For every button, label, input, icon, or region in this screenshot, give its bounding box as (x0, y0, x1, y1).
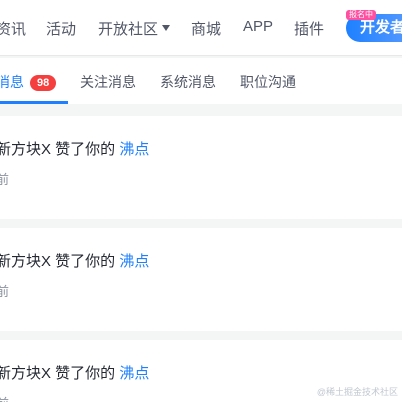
notification-item[interactable]: 新方块X 赞了你的 沸点 前 (0, 228, 402, 331)
unread-count-badge: 98 (30, 75, 57, 91)
nav-item-open-community-label: 开放社区 (98, 21, 159, 38)
top-navigation: 资讯 活动 开放社区 商城 APP 插件 报名中 开发者 (0, 0, 402, 56)
notification-item[interactable]: 新方块X 赞了你的 沸点 前 (0, 116, 402, 219)
watermark: @稀土掘金技术社区 (316, 387, 398, 397)
tab-messages-label: 消息 (0, 74, 24, 90)
tab-system-messages[interactable]: 系统消息 (160, 72, 216, 92)
nav-item-news[interactable]: 资讯 (0, 18, 26, 39)
notification-time: 前 (0, 284, 10, 299)
tab-follow-messages[interactable]: 关注消息 (80, 72, 136, 92)
tab-job-chat[interactable]: 职位沟通 (240, 72, 296, 92)
notification-text: 新方块X 赞了你的 沸点 (0, 362, 149, 383)
notification-link[interactable]: 沸点 (119, 253, 149, 270)
nav-item-open-community[interactable]: 开放社区 (98, 18, 171, 39)
notification-message: 新方块X 赞了你的 (0, 253, 116, 270)
notification-time: 前 (0, 393, 9, 402)
registration-tag: 报名中 (346, 10, 376, 20)
notification-link[interactable]: 沸点 (119, 365, 149, 382)
notification-time: 前 (0, 172, 10, 187)
chevron-down-icon (162, 25, 171, 32)
nav-item-plugins[interactable]: 插件 (294, 18, 324, 39)
nav-item-store[interactable]: 商城 (191, 18, 221, 39)
developer-banner-button[interactable]: 报名中 开发者 (346, 10, 402, 42)
tab-messages[interactable]: 消息 98 (0, 72, 57, 92)
notification-link[interactable]: 沸点 (119, 141, 149, 158)
notification-text: 新方块X 赞了你的 沸点 (0, 138, 149, 159)
active-tab-indicator (0, 101, 68, 104)
notification-text: 新方块X 赞了你的 沸点 (0, 250, 149, 271)
notification-message: 新方块X 赞了你的 (0, 141, 116, 158)
notification-message: 新方块X 赞了你的 (0, 365, 116, 382)
nav-item-events[interactable]: 活动 (46, 18, 76, 39)
message-tabs: 消息 98 关注消息 系统消息 职位沟通 (0, 58, 402, 104)
developer-banner-label: 开发者 (360, 19, 402, 36)
nav-item-app[interactable]: APP (243, 18, 273, 35)
